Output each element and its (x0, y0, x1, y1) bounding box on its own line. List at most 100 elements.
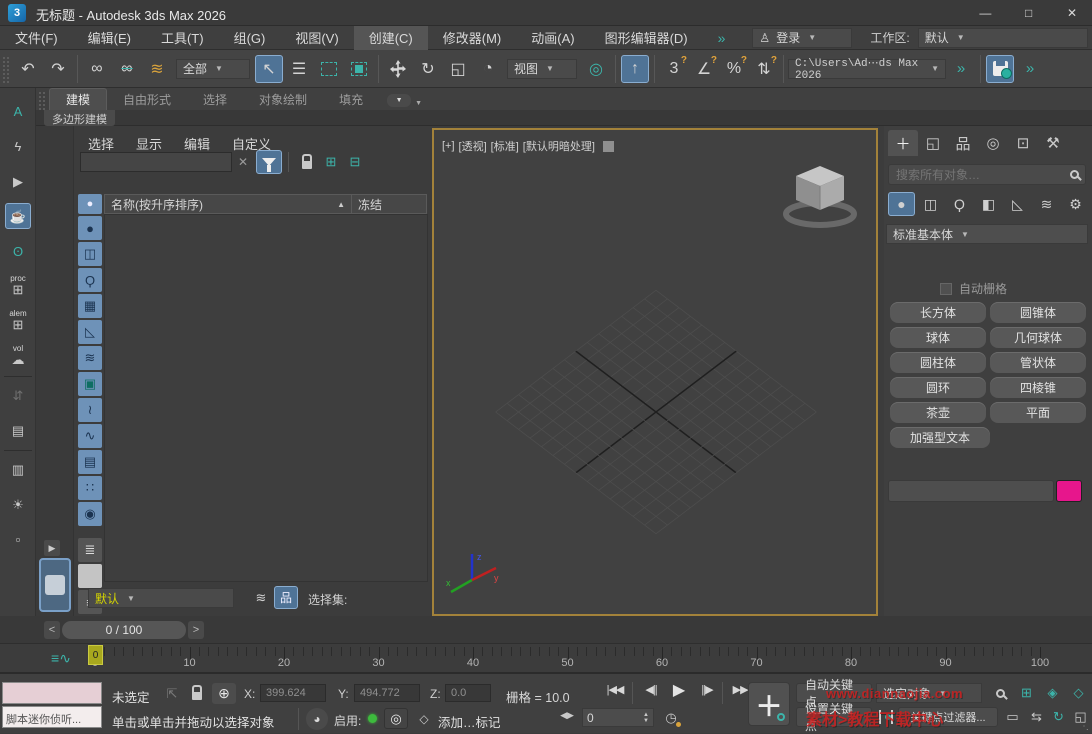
render-window-icon[interactable]: ▶ (5, 168, 31, 194)
menu-create[interactable]: 创建(C) (353, 25, 428, 50)
chevron-down-icon[interactable]: ▼ (415, 100, 422, 107)
zoom-region-icon[interactable]: ▭ (1000, 706, 1025, 728)
viewport-menu-pov[interactable]: [透视] (459, 138, 487, 154)
shapes-category-icon[interactable]: ◫ (917, 192, 944, 216)
display-tab-icon[interactable]: ⊡ (1008, 130, 1038, 156)
spacewarps-category-icon[interactable]: ≋ (1033, 192, 1060, 216)
maxscript-listener-pink[interactable] (2, 682, 102, 704)
helpers-category-icon[interactable]: ◺ (1004, 192, 1031, 216)
alembic-content-icon[interactable]: alem ⊞ (5, 306, 31, 332)
layer-stack-icon[interactable]: ≋ (250, 588, 272, 608)
viewport-layout-tab[interactable] (39, 558, 71, 612)
resize-grip-icon[interactable]: ⋱ (1079, 721, 1089, 732)
menu-tools[interactable]: 工具(T) (146, 26, 219, 50)
menu-modifiers[interactable]: 修改器(M) (428, 26, 517, 50)
frame-step-icons[interactable]: ◀▶ (556, 710, 578, 721)
view-cube[interactable] (778, 158, 862, 234)
geosphere-button[interactable]: 几何球体 (990, 327, 1086, 348)
link-icon[interactable]: ∞ (83, 55, 111, 83)
cylinder-button[interactable]: 圆柱体 (890, 352, 986, 373)
go-to-start-icon[interactable]: |◀◀ (600, 683, 630, 696)
viewport-menu-shading[interactable]: [默认明暗处理] (523, 138, 595, 154)
filter-funnel-icon[interactable] (256, 150, 282, 174)
perspective-viewport[interactable]: [+] [透视] [标准] [默认明暗处理] z x y (432, 128, 878, 616)
next-frame-button[interactable]: > (188, 621, 204, 639)
xref-filter-icon[interactable]: ∷ (78, 476, 102, 500)
proc-content-icon[interactable]: proc ⊞ (5, 271, 31, 297)
previous-key-icon[interactable]: ◀|| (638, 683, 664, 696)
current-frame-field[interactable]: 0 ▲ ▼ (582, 708, 654, 727)
containers-filter-icon[interactable]: ▤ (78, 450, 102, 474)
shapes-filter-icon[interactable]: ◫ (78, 242, 102, 266)
collapse-tree-icon[interactable]: ⊟ (344, 150, 366, 174)
lights-filter-icon[interactable]: Ϙ (78, 268, 102, 292)
window-layout-icon[interactable]: ▫ (5, 526, 31, 552)
menu-graph-editors[interactable]: 图形编辑器(D) (590, 26, 703, 50)
ribbon-tab-selection[interactable]: 选择 (187, 89, 243, 110)
isolate-selection-icon[interactable]: ◎ (384, 708, 408, 729)
plane-button[interactable]: 平面 (990, 402, 1086, 423)
object-name-input[interactable] (888, 480, 1054, 502)
percent-snap-icon[interactable]: %? (720, 55, 748, 83)
frozen-column-header[interactable]: 冻结 (352, 194, 427, 214)
selection-lock-flyout-icon[interactable]: ⇱ (160, 684, 184, 704)
toolbar-drag-handle[interactable] (3, 54, 10, 83)
ribbon-subtab-polygon-modeling[interactable]: 多边形建模 (44, 110, 115, 126)
menu-views[interactable]: 视图(V) (280, 26, 353, 50)
spinner-icon[interactable]: ▲ ▼ (643, 712, 649, 724)
close-button[interactable]: ✕ (1052, 0, 1092, 26)
modify-tab-icon[interactable]: ◱ (918, 130, 948, 156)
cube-tag-icon[interactable]: ◇ (414, 708, 434, 729)
motion-tab-icon[interactable]: ◎ (978, 130, 1008, 156)
geometry-category-icon[interactable]: ● (888, 192, 915, 216)
object-color-swatch[interactable] (1056, 480, 1082, 502)
geometry-filter-icon[interactable]: ● (78, 216, 102, 240)
zoom-extents-icon[interactable]: ◈ (1040, 682, 1065, 704)
select-object-icon[interactable]: ↖ (255, 54, 283, 83)
lights-category-icon[interactable]: Ϙ (946, 192, 973, 216)
x-coordinate-field[interactable]: 399.624 (260, 684, 326, 702)
menu-overflow-chevron[interactable]: » (703, 26, 741, 50)
autogrid-checkbox[interactable] (940, 282, 952, 295)
display-all-toggle-icon[interactable]: ● (78, 194, 102, 214)
unlink-icon[interactable]: ∞ (113, 55, 141, 83)
selection-filter-dropdown[interactable]: 全部 ▼ (176, 58, 250, 79)
name-column-header[interactable]: 名称(按升序排序) ▲ (104, 194, 352, 214)
current-frame-marker[interactable]: 0 (88, 645, 103, 665)
visibility-filter-icon[interactable]: ◉ (78, 502, 102, 526)
selection-region-icon[interactable] (315, 55, 343, 83)
bones-filter-icon[interactable]: ∿ (78, 424, 102, 448)
zoom-extents-all-icon[interactable]: ◇ (1066, 682, 1091, 704)
expand-tree-icon[interactable]: ⊞ (320, 150, 342, 174)
select-and-manipulate-icon[interactable]: ◎ (582, 55, 610, 83)
selection-set-dropdown[interactable]: 默认 ▼ (88, 588, 234, 608)
tube-button[interactable]: 管状体 (990, 352, 1086, 373)
z-coordinate-field[interactable]: 0.0 (445, 684, 491, 702)
scene-explorer-window-icon[interactable]: A (5, 98, 31, 124)
adaptive-degradation-icon[interactable]: ◕ (306, 708, 328, 730)
select-and-rotate-icon[interactable]: ↻ (414, 55, 442, 83)
project-path-dropdown[interactable]: C:\Users\Ad⋯ds Max 2026 ▼ (788, 58, 946, 82)
set-key-big-button[interactable]: ＋ (748, 682, 790, 726)
save-button[interactable] (986, 54, 1014, 83)
add-time-tag[interactable]: 添加…标记 (438, 712, 501, 731)
ribbon-minimize-icon[interactable]: ▼ (387, 94, 412, 107)
layer-explorer-icon[interactable]: ▤ (5, 417, 31, 443)
timeline-ruler[interactable]: 0 10 20 30 40 50 60 70 80 90 100 0 (88, 644, 1050, 672)
previous-frame-button[interactable]: < (44, 621, 60, 639)
cameras-filter-icon[interactable]: ▦ (78, 294, 102, 318)
hierarchy-tab-icon[interactable]: 品 (948, 130, 978, 156)
time-slider[interactable]: 0 / 100 (62, 621, 186, 639)
snap-3d-icon[interactable]: 3? (660, 55, 688, 83)
spinner-snap-icon[interactable]: ⇅? (750, 55, 778, 83)
window-crossing-icon[interactable] (345, 55, 373, 83)
select-lights-icon[interactable]: ☀ (5, 491, 31, 517)
explorer-search-input[interactable] (80, 152, 232, 172)
teapot-button[interactable]: 茶壶 (890, 402, 986, 423)
explorer-menu-edit[interactable]: 编辑 (184, 134, 210, 153)
use-pivot-center-icon[interactable]: ◔ (474, 55, 502, 83)
teapot-icon[interactable]: ☕ (5, 203, 31, 229)
volume-content-icon[interactable]: vol ☁ (5, 341, 31, 367)
absolute-offset-toggle-icon[interactable]: ⊕ (212, 683, 236, 704)
explorer-object-list[interactable] (104, 214, 428, 582)
